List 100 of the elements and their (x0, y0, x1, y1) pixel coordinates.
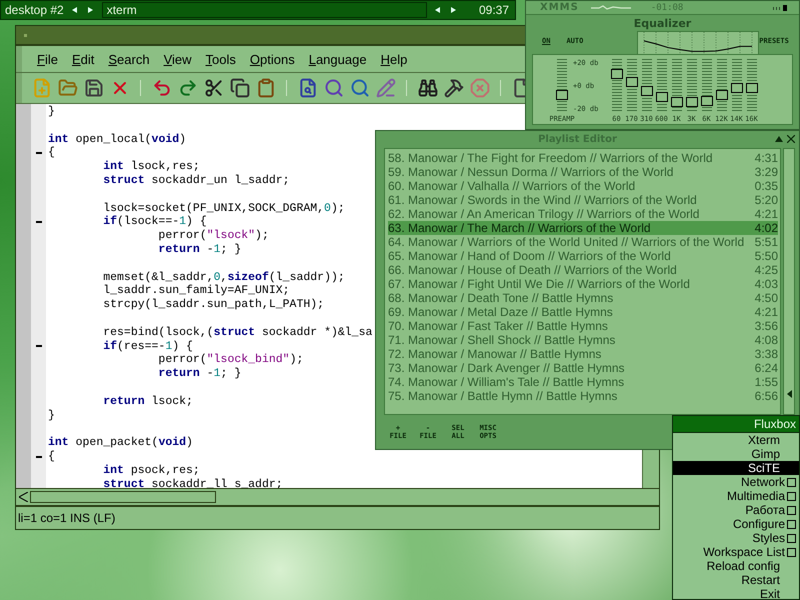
playlist-row[interactable]: 65. Manowar / Hand of Doom // Warriors of the World 5:50 (388, 249, 778, 263)
binoculars-icon (418, 78, 438, 98)
menu-entry[interactable]: SciTE (673, 461, 799, 475)
menu-entry[interactable]: Restart (673, 573, 799, 587)
slider-thumb[interactable] (556, 90, 568, 100)
menu-item[interactable]: Help (374, 52, 414, 66)
code-line: { (47, 450, 55, 464)
playlist-row[interactable]: 70. Manowar / Fast Taker // Battle Hymns 3:56 (388, 319, 778, 333)
menu-entry[interactable]: Workspace List (673, 545, 799, 559)
fold-minus-icon[interactable] (36, 456, 42, 458)
balance-icon (773, 4, 789, 10)
previous-task-button[interactable] (432, 5, 443, 15)
playlist-row[interactable]: 67. Manowar / Fight Until We Die // Warriors of the World 4:03 (388, 277, 778, 291)
menu-entry[interactable]: Exit (673, 587, 799, 600)
previous-workspace-button[interactable] (70, 5, 80, 15)
slider-thumb[interactable] (656, 92, 668, 102)
slider-thumb[interactable] (626, 76, 638, 87)
menu-entry[interactable]: Работа (673, 503, 799, 517)
code-line: return -1; } (157, 242, 242, 257)
track-title: 62. Manowar / An American Trilogy // Warriors of the World (388, 207, 700, 221)
fold-minus-icon[interactable] (36, 345, 42, 348)
code-line: return lsock; (102, 394, 193, 409)
playlist-row[interactable]: 73. Manowar / Dark Avenger // Battle Hymns 6:24 (388, 361, 778, 375)
playlist-row[interactable]: 69. Manowar / Metal Daze // Battle Hymns 4:21 (388, 305, 778, 319)
menu-item[interactable]: Options (242, 52, 302, 66)
menu-entry[interactable]: Reload config (673, 559, 799, 573)
hammer-icon (444, 78, 464, 98)
slider-thumb[interactable] (670, 96, 682, 107)
code-line: perror("lsock"); (157, 229, 269, 243)
right-arrow-icon (451, 7, 456, 13)
track-title: 75. Manowar / Battle Hymn // Battle Hymns (388, 389, 618, 403)
playlist-row[interactable]: 74. Manowar / William's Tale // Battle Hymns 1:55 (388, 375, 778, 389)
track-title: 68. Manowar / Death Tone // Battle Hymns (388, 291, 614, 305)
slider-thumb[interactable] (610, 68, 622, 79)
menu-entry[interactable]: Configure (673, 517, 799, 531)
track-duration: 1:55 (754, 375, 778, 389)
scroll-thumb[interactable] (30, 491, 216, 503)
playlist-row[interactable]: 58. Manowar / The Fight for Freedom // Warriors of the World 4:31 (388, 151, 778, 165)
playlist-row[interactable]: 68. Manowar / Death Tone // Battle Hymns 4:50 (388, 291, 778, 305)
save-icon (84, 78, 104, 98)
playlist-row[interactable]: 60. Manowar / Valhalla // Warriors of the World 0:35 (388, 179, 778, 193)
task-button[interactable]: xterm (102, 2, 427, 18)
status-text: li=1 co=1 INS (LF) (18, 511, 116, 525)
menu-entry[interactable]: Multimedia (673, 489, 799, 503)
horizontal-scrollbar[interactable] (16, 488, 659, 506)
playlist-row[interactable]: 62. Manowar / An American Trilogy // Warriors of the World 4:21 (388, 207, 778, 221)
playlist-row[interactable]: 64. Manowar / Warriors of the World United // Warriors of the World 5:51 (388, 235, 778, 249)
left-arrow-icon (435, 7, 440, 13)
search-icon (324, 78, 344, 98)
code-line: memset(&l_saddr,0,sizeof(l_saddr)); (102, 270, 345, 284)
playlist-row[interactable]: 75. Manowar / Battle Hymn // Battle Hymns 6:56 (388, 389, 778, 403)
code-line: perror("lsock_bind"); (157, 353, 304, 368)
slider-thumb[interactable] (716, 90, 728, 100)
track-duration: 4:25 (754, 263, 778, 277)
shade-button-icon[interactable] (775, 136, 783, 142)
pencil-icon (376, 78, 396, 98)
fold-minus-icon[interactable] (36, 152, 42, 154)
slider-thumb[interactable] (700, 96, 712, 106)
playlist-row[interactable]: 66. Manowar / House of Death // Warriors of the World 4:25 (388, 263, 778, 277)
menu-entry[interactable]: Network (673, 475, 799, 489)
track-duration: 6:24 (754, 361, 778, 375)
track-duration: 3:56 (754, 319, 778, 333)
slider-thumb[interactable] (686, 96, 698, 107)
code-line: if(res==-1) { (102, 340, 193, 354)
playlist-row[interactable]: 63. Manowar / The March // Warriors of the World 4:02 (388, 221, 778, 235)
fold-minus-icon[interactable] (36, 221, 42, 224)
track-duration: 5:51 (754, 235, 778, 249)
menu-item[interactable]: File (30, 52, 65, 66)
scroll-left-button[interactable] (16, 490, 30, 504)
track-duration: 4:50 (754, 291, 778, 305)
menu-item[interactable]: Search (101, 52, 157, 66)
slider-thumb[interactable] (746, 83, 758, 94)
menu-item[interactable]: Tools (198, 52, 243, 66)
equalizer-title: Equalizer (632, 17, 692, 30)
slider-thumb[interactable] (640, 86, 652, 96)
track-duration: 0:35 (754, 179, 778, 193)
stop-icon (470, 78, 490, 98)
close-icon[interactable] (787, 135, 795, 143)
code-line: lsock=socket(PF_UNIX,SOCK_DGRAM,0); (102, 202, 345, 216)
menu-item[interactable]: Language (302, 52, 374, 66)
track-duration: 5:50 (754, 249, 778, 263)
playlist-row[interactable]: 71. Manowar / Shell Shock // Battle Hymns 4:08 (388, 333, 778, 347)
new-file-icon (32, 78, 52, 98)
playlist-row[interactable]: 61. Manowar / Swords in the Wind // Warriors of the World 5:20 (388, 193, 778, 207)
menu-entry[interactable]: Gimp (673, 447, 799, 461)
playlist-scrollbar[interactable] (783, 148, 795, 415)
code-line: res=bind(lsock,(struct sockaddr *)&l_sa (102, 326, 372, 340)
copy-button[interactable] (228, 76, 251, 100)
track-title: 58. Manowar / The Fight for Freedom // Warriors of the World (388, 151, 713, 165)
time-display: -01:08 (650, 2, 684, 12)
code-line: { (47, 146, 55, 160)
menu-item[interactable]: View (156, 52, 199, 66)
menu-item[interactable]: Edit (64, 52, 102, 66)
menu-entry[interactable]: Styles (673, 531, 799, 545)
slider-thumb[interactable] (730, 83, 742, 94)
playlist-row[interactable]: 72. Manowar / Manowar // Battle Hymns 3:38 (388, 347, 778, 361)
menu-entry[interactable]: Xterm (673, 433, 799, 447)
playlist-row[interactable]: 59. Manowar / Nessun Dorma // Warriors of the World 3:29 (388, 165, 778, 179)
undo-icon (152, 78, 172, 98)
left-arrow-icon (786, 390, 792, 398)
